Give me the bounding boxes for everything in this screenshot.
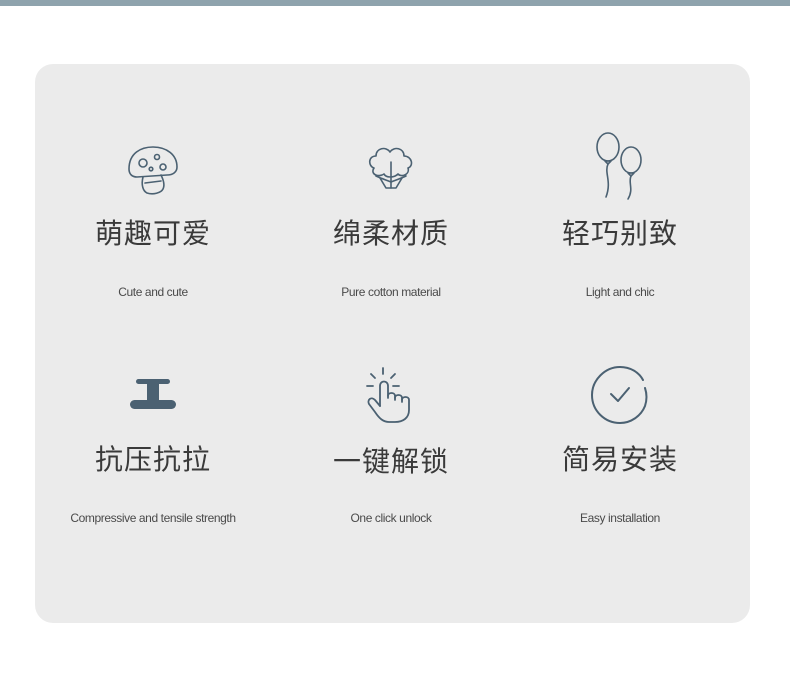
balloon-icon [580, 126, 660, 206]
cotton-icon [351, 134, 431, 204]
feature-subtitle: Light and chic [585, 285, 655, 299]
tap-hand-icon [351, 360, 431, 430]
feature-subtitle: One click unlock [350, 511, 432, 525]
feature-title: 萌趣可爱 [94, 217, 211, 250]
feature-title: 轻巧别致 [561, 217, 678, 250]
feature-title: 简易安装 [561, 443, 678, 476]
top-accent-bar [0, 0, 790, 6]
feature-title: 绵柔材质 [332, 217, 449, 250]
feature-subtitle: Easy installation [580, 511, 660, 525]
check-circle-icon [580, 360, 660, 430]
features-panel: 萌趣可爱 Cute and cute 绵柔材质 Pure cotton mate… [35, 64, 750, 623]
feature-subtitle: Pure cotton material [341, 285, 441, 299]
feature-title: 抗压抗拉 [94, 443, 211, 476]
mushroom-icon [113, 134, 193, 204]
feature-subtitle: Cute and cute [118, 285, 188, 299]
i-beam-icon [113, 360, 193, 430]
feature-subtitle: Compressive and tensile strength [70, 511, 236, 525]
feature-title: 一键解锁 [332, 445, 449, 478]
